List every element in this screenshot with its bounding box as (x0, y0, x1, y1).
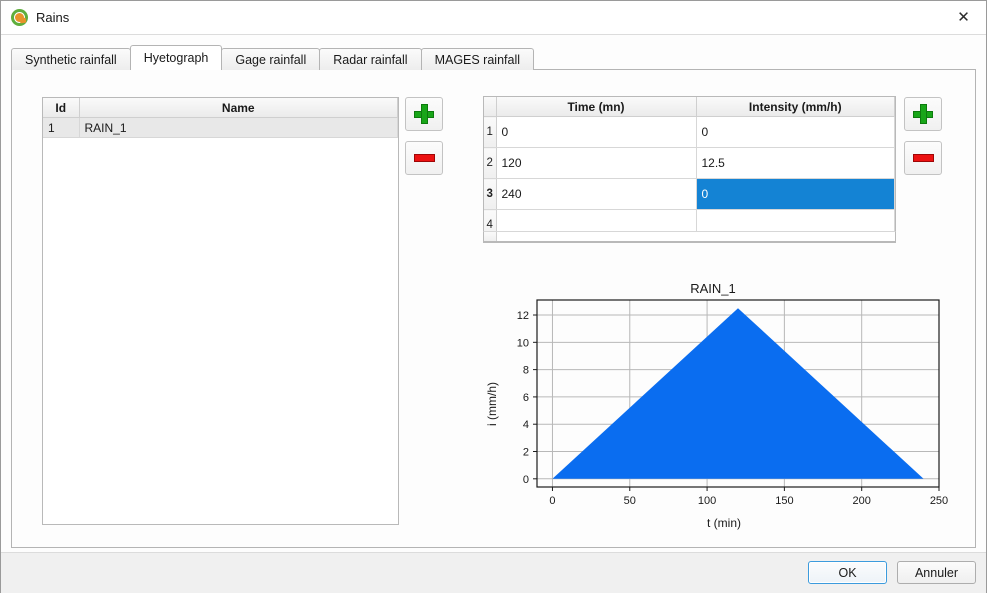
rains-table-header-id[interactable]: Id (43, 98, 80, 118)
hyetograph-table-header-time[interactable]: Time (mn) (496, 97, 697, 117)
hyetograph-chart: RAIN_1 i (mm/h) t (min) 0 50 100 150 200 250 0… (474, 263, 959, 538)
chart-x-tick: 150 (775, 495, 793, 507)
title-bar: Rains ✕ (1, 1, 986, 35)
chart-x-tick: 50 (624, 495, 636, 507)
chart-title: RAIN_1 (690, 281, 736, 296)
plus-icon (913, 104, 933, 124)
chart-y-tick: 0 (523, 474, 529, 486)
hyetograph-table-bottom-strip (483, 231, 896, 242)
add-rain-button[interactable] (405, 97, 443, 131)
dialog-button-bar: OK Annuler (1, 552, 986, 593)
chart-x-tick: 250 (930, 495, 948, 507)
rains-table-empty-area[interactable] (43, 137, 398, 524)
chart-x-tick: 100 (698, 495, 716, 507)
table-row[interactable]: 2 120 12.5 (484, 147, 895, 179)
rains-table[interactable]: Id Name 1 RAIN_1 (42, 97, 399, 525)
remove-rain-button[interactable] (405, 141, 443, 175)
tab-gage-rainfall[interactable]: Gage rainfall (221, 48, 321, 70)
minus-icon (912, 154, 934, 162)
hyetograph-cell-intensity[interactable]: 12.5 (696, 147, 895, 179)
chart-y-axis-label: i (mm/h) (485, 382, 499, 426)
tab-bar: Synthetic rainfall Hyetograph Gage rainf… (11, 45, 535, 70)
add-point-button[interactable] (904, 97, 942, 131)
table-row[interactable]: 1 0 0 (484, 116, 895, 148)
close-icon[interactable]: ✕ (941, 1, 986, 33)
chart-x-tick: 200 (853, 495, 871, 507)
rains-dialog: Rains ✕ Synthetic rainfall Hyetograph Ga… (0, 0, 987, 593)
tab-synthetic-rainfall[interactable]: Synthetic rainfall (11, 48, 131, 70)
chart-y-tick: 10 (517, 337, 529, 349)
hyetograph-cell-intensity[interactable]: 0 (696, 116, 895, 148)
chart-y-tick: 2 (523, 447, 529, 459)
chart-y-tick: 12 (517, 310, 529, 322)
table-row[interactable]: 3 240 0 (484, 178, 895, 210)
hyetograph-cell-time[interactable]: 120 (496, 147, 697, 179)
tab-hyetograph[interactable]: Hyetograph (129, 45, 223, 70)
chart-y-tick: 8 (523, 365, 529, 377)
plus-icon (414, 104, 434, 124)
tab-radar-rainfall[interactable]: Radar rainfall (319, 48, 422, 70)
qgis-logo-icon (11, 9, 28, 26)
hyetograph-cell-time[interactable]: 0 (496, 116, 697, 148)
window-title: Rains (36, 10, 70, 25)
chart-y-tick: 4 (523, 419, 529, 431)
hyetograph-table[interactable]: Time (mn) Intensity (mm/h) 1 0 0 2 120 1… (483, 96, 896, 243)
cancel-button[interactable]: Annuler (897, 561, 976, 584)
rains-row-name[interactable]: RAIN_1 (79, 117, 398, 138)
hyetograph-row-number[interactable]: 2 (484, 147, 497, 179)
hyetograph-table-corner-nub (484, 232, 497, 241)
chart-x-tick: 0 (549, 495, 555, 507)
hyetograph-cell-time[interactable]: 240 (496, 178, 697, 210)
hyetograph-cell-intensity-selected[interactable]: 0 (696, 178, 895, 210)
minus-icon (413, 154, 435, 162)
chart-y-tick: 6 (523, 392, 529, 404)
hyetograph-chart-svg: RAIN_1 i (mm/h) t (min) 0 50 100 150 200 250 0… (474, 263, 959, 538)
remove-point-button[interactable] (904, 141, 942, 175)
rains-row-id[interactable]: 1 (43, 117, 80, 138)
ok-button[interactable]: OK (808, 561, 887, 584)
hyetograph-table-header-intensity[interactable]: Intensity (mm/h) (696, 97, 895, 117)
rains-table-header-name[interactable]: Name (79, 98, 398, 118)
hyetograph-table-corner[interactable] (484, 97, 497, 117)
table-row[interactable]: 1 RAIN_1 (43, 117, 398, 138)
tab-mages-rainfall[interactable]: MAGES rainfall (420, 48, 535, 70)
chart-x-axis-label: t (min) (707, 516, 741, 530)
hyetograph-row-number[interactable]: 1 (484, 116, 497, 148)
hyetograph-row-number[interactable]: 3 (484, 178, 497, 210)
